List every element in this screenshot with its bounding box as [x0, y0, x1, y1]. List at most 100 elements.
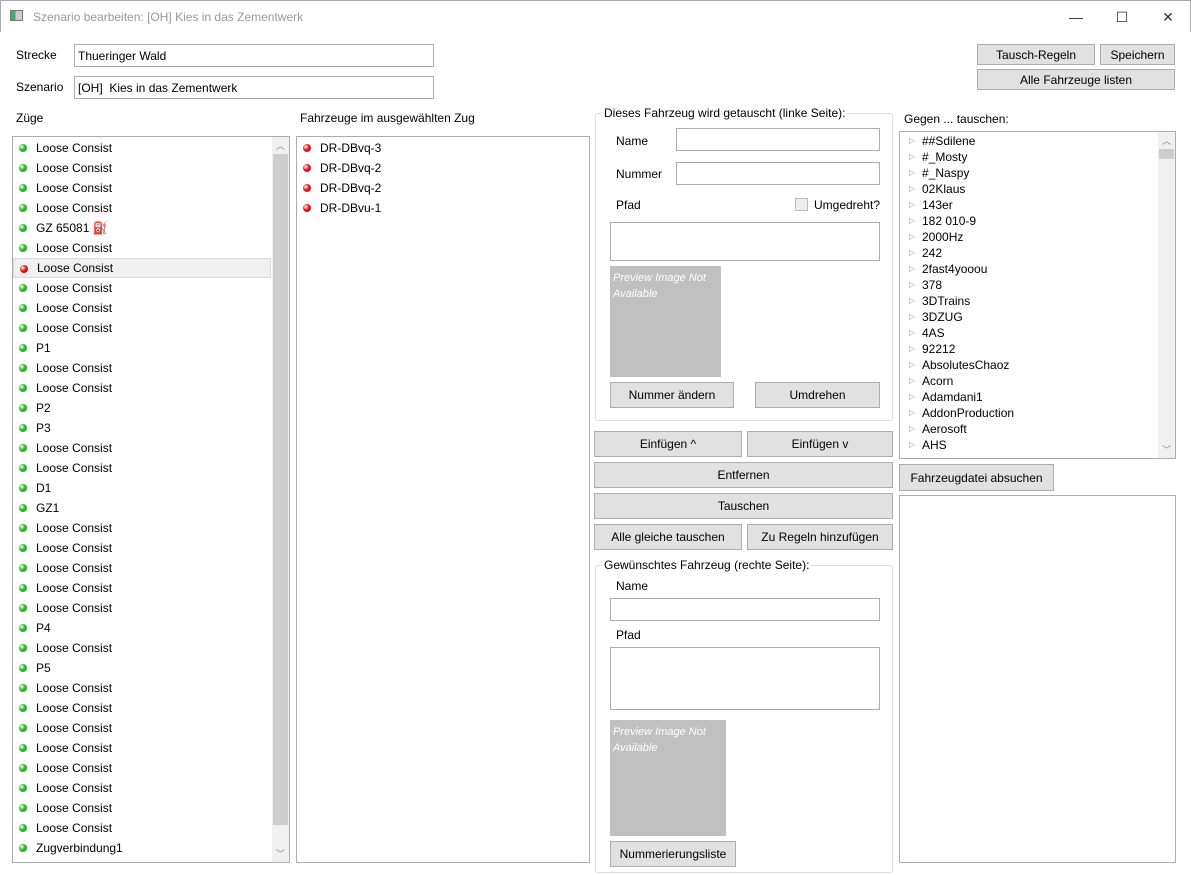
rechts-pfad-input[interactable] — [610, 647, 880, 710]
zug-item[interactable]: Loose Consist — [13, 358, 271, 378]
zug-item[interactable]: D1 — [13, 478, 271, 498]
zug-item[interactable]: Loose Consist — [13, 518, 271, 538]
maximize-button[interactable]: ☐ — [1099, 5, 1145, 29]
fahrzeug-item[interactable]: DR-DBvq-2 — [297, 178, 589, 198]
expand-arrow-icon[interactable]: ▷ — [909, 405, 915, 421]
expand-arrow-icon[interactable]: ▷ — [909, 341, 915, 357]
links-name-input[interactable] — [676, 128, 880, 151]
scroll-thumb[interactable] — [273, 154, 288, 825]
expand-arrow-icon[interactable]: ▷ — [909, 357, 915, 373]
zug-item[interactable]: GZ1 — [13, 498, 271, 518]
alle-gleiche-tauschen-button[interactable]: Alle gleiche tauschen — [594, 524, 742, 550]
tree-item[interactable]: ▷ #_Mosty — [900, 149, 1157, 165]
tree-item[interactable]: ▷ Aerosoft — [900, 421, 1157, 437]
fahrzeuge-list[interactable]: DR-DBvq-3 DR-DBvq-2 DR-DBvq-2 DR-DBvu-1 — [296, 136, 590, 863]
zug-item[interactable]: Loose Consist — [13, 438, 271, 458]
zug-item[interactable]: Loose Consist — [13, 598, 271, 618]
expand-arrow-icon[interactable]: ▷ — [909, 181, 915, 197]
zug-item[interactable]: Loose Consist — [13, 178, 271, 198]
zug-item[interactable]: Loose Consist — [13, 198, 271, 218]
gegen-tree[interactable]: ▷ ##Sdilene ▷ #_Mosty ▷ #_Naspy ▷ 02Klaus ▷ 143er… — [899, 131, 1176, 459]
fahrzeug-item[interactable]: DR-DBvu-1 — [297, 198, 589, 218]
tree-item[interactable]: ▷ 2000Hz — [900, 229, 1157, 245]
expand-arrow-icon[interactable]: ▷ — [909, 373, 915, 389]
umdrehen-button[interactable]: Umdrehen — [755, 382, 880, 408]
expand-arrow-icon[interactable]: ▷ — [909, 261, 915, 277]
expand-arrow-icon[interactable]: ▷ — [909, 229, 915, 245]
zug-item[interactable]: Loose Consist — [13, 778, 271, 798]
zug-item[interactable]: Loose Consist — [13, 638, 271, 658]
expand-arrow-icon[interactable]: ▷ — [909, 197, 915, 213]
tree-item[interactable]: ▷ ##Sdilene — [900, 133, 1157, 149]
expand-arrow-icon[interactable]: ▷ — [909, 421, 915, 437]
zug-item[interactable]: Loose Consist — [13, 738, 271, 758]
scroll-down-icon[interactable]: ﹀ — [272, 847, 289, 860]
links-pfad-input[interactable] — [610, 222, 880, 261]
expand-arrow-icon[interactable]: ▷ — [909, 437, 915, 453]
zug-item[interactable]: Loose Consist — [13, 298, 271, 318]
tree-item[interactable]: ▷ 378 — [900, 277, 1157, 293]
tree-item[interactable]: ▷ 182 010-9 — [900, 213, 1157, 229]
fahrzeug-item[interactable]: DR-DBvq-2 — [297, 158, 589, 178]
umgedreht-checkbox[interactable] — [795, 198, 808, 211]
tree-item[interactable]: ▷ 02Klaus — [900, 181, 1157, 197]
tree-item[interactable]: ▷ 242 — [900, 245, 1157, 261]
expand-arrow-icon[interactable]: ▷ — [909, 277, 915, 293]
zug-item[interactable]: Loose Consist — [13, 558, 271, 578]
strecke-input[interactable] — [74, 44, 434, 67]
zug-item[interactable]: Loose Consist — [13, 678, 271, 698]
einfuegen-down-button[interactable]: Einfügen v — [747, 431, 893, 457]
zug-item[interactable]: Loose Consist — [13, 238, 271, 258]
tree-item[interactable]: ▷ Adamdani1 — [900, 389, 1157, 405]
expand-arrow-icon[interactable]: ▷ — [909, 149, 915, 165]
zug-item[interactable]: Loose Consist — [13, 278, 271, 298]
tree-item[interactable]: ▷ AddonProduction — [900, 405, 1157, 421]
expand-arrow-icon[interactable]: ▷ — [909, 325, 915, 341]
zug-item[interactable]: P5 — [13, 658, 271, 678]
zug-item[interactable]: Loose Consist — [13, 578, 271, 598]
nummer-aendern-button[interactable]: Nummer ändern — [610, 382, 734, 408]
tree-item[interactable]: ▷ 3DTrains — [900, 293, 1157, 309]
tree-item[interactable]: ▷ 4AS — [900, 325, 1157, 341]
tree-item[interactable]: ▷ #_Naspy — [900, 165, 1157, 181]
expand-arrow-icon[interactable]: ▷ — [909, 165, 915, 181]
tausch-regeln-button[interactable]: Tausch-Regeln — [977, 44, 1095, 65]
scroll-down-icon[interactable]: ﹀ — [1158, 443, 1175, 456]
zug-item[interactable]: P1 — [13, 338, 271, 358]
tree-item[interactable]: ▷ AbsolutesChaoz — [900, 357, 1157, 373]
zug-item[interactable]: Loose Consist — [13, 798, 271, 818]
zug-item[interactable]: Loose Consist — [13, 698, 271, 718]
tauschen-button[interactable]: Tauschen — [594, 493, 893, 519]
entfernen-button[interactable]: Entfernen — [594, 462, 893, 488]
tree-item[interactable]: ▷ 3DZUG — [900, 309, 1157, 325]
tree-item[interactable]: ▷ Acorn — [900, 373, 1157, 389]
szenario-input[interactable] — [74, 76, 434, 99]
zug-item[interactable]: Loose Consist — [13, 138, 271, 158]
scroll-up-icon[interactable]: ︿ — [272, 139, 289, 152]
minimize-button[interactable]: — — [1053, 5, 1099, 29]
expand-arrow-icon[interactable]: ▷ — [909, 389, 915, 405]
fahrzeug-item[interactable]: DR-DBvq-3 — [297, 138, 589, 158]
zug-item[interactable]: Loose Consist — [13, 458, 271, 478]
tree-item[interactable]: ▷ AHS — [900, 437, 1157, 453]
links-nummer-input[interactable] — [676, 162, 880, 185]
zug-item[interactable]: Zugverbindung1 — [13, 838, 271, 858]
einfuegen-up-button[interactable]: Einfügen ^ — [594, 431, 742, 457]
zug-item[interactable]: Loose Consist — [13, 538, 271, 558]
search-results-box[interactable] — [899, 495, 1176, 863]
zug-item[interactable]: P3 — [13, 418, 271, 438]
expand-arrow-icon[interactable]: ▷ — [909, 309, 915, 325]
zu-regeln-hinzufuegen-button[interactable]: Zu Regeln hinzufügen — [747, 524, 893, 550]
tree-item[interactable]: ▷ 92212 — [900, 341, 1157, 357]
zug-item[interactable]: Loose Consist — [13, 158, 271, 178]
zug-item[interactable]: Loose Consist — [13, 818, 271, 838]
zuege-scrollbar[interactable]: ︿ ﹀ — [272, 137, 289, 862]
tree-item[interactable]: ▷ 143er — [900, 197, 1157, 213]
rechts-name-input[interactable] — [610, 598, 880, 621]
zug-item[interactable]: Loose Consist — [13, 718, 271, 738]
zug-item[interactable]: Loose Consist — [13, 318, 271, 338]
close-button[interactable]: ✕ — [1145, 5, 1191, 29]
zug-item[interactable]: Loose Consist — [13, 258, 271, 278]
speichern-button[interactable]: Speichern — [1100, 44, 1175, 65]
zug-item[interactable]: P4 — [13, 618, 271, 638]
